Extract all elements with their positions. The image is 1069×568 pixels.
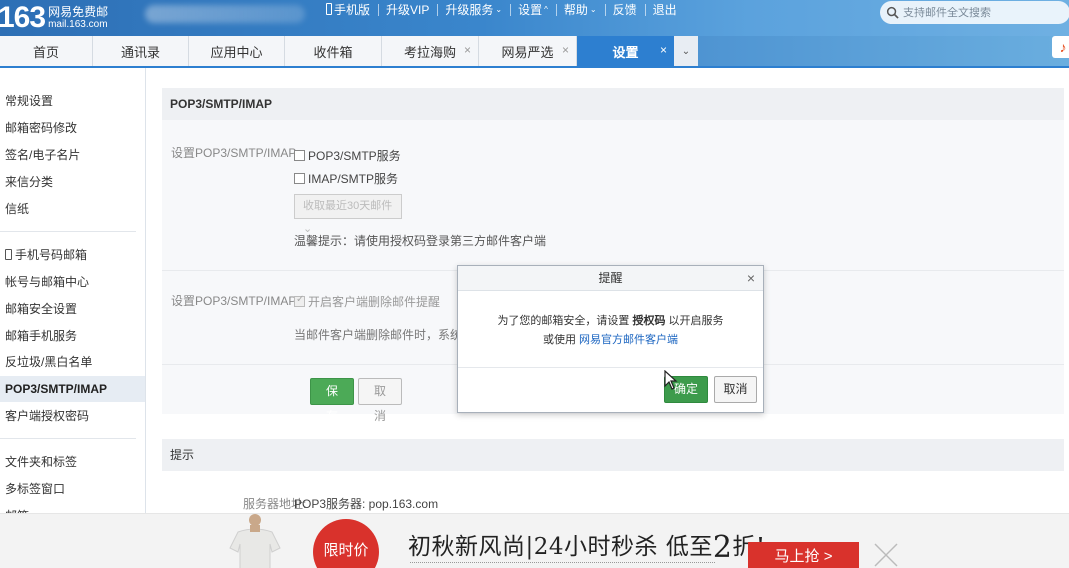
imap-smtp-option[interactable]: IMAP/SMTP服务	[294, 170, 398, 187]
sidebar-item-stationery[interactable]: 信纸	[0, 196, 145, 222]
sidebar-item-security[interactable]: 邮箱安全设置	[0, 296, 145, 322]
receive-range-select[interactable]: 收取最近30天邮件 ⌄	[294, 194, 402, 235]
chevron-down-icon: ⌄	[495, 4, 503, 14]
sidebar-divider	[0, 438, 136, 439]
sidebar-item-mail-rules[interactable]: 来信分类	[0, 169, 145, 195]
pop3-smtp-option[interactable]: POP3/SMTP服务	[294, 147, 401, 164]
ad-underline	[410, 562, 715, 563]
sidebar-item-phone-service[interactable]: 邮箱手机服务	[0, 323, 145, 349]
link-help[interactable]: 帮助 ⌄	[555, 1, 605, 18]
sidebar-item-antispam[interactable]: 反垃圾/黑白名单	[0, 349, 145, 375]
auth-code-keyword: 授权码	[632, 315, 666, 327]
settings-sidebar: 常规设置 邮箱密码修改 签名/电子名片 来信分类 信纸 手机号码邮箱 帐号与邮箱…	[0, 68, 146, 513]
delete-reminder-option[interactable]: 开启客户端删除邮件提醒	[294, 293, 440, 310]
sidebar-divider	[0, 231, 136, 232]
limited-price-badge: 限时价	[313, 519, 379, 568]
sidebar-item-client-auth-code[interactable]: 客户端授权密码	[0, 403, 145, 429]
sidebar-item-password[interactable]: 邮箱密码修改	[0, 115, 145, 141]
sidebar-item-account-center[interactable]: 帐号与邮箱中心	[0, 269, 145, 295]
link-upgrade-vip[interactable]: 升级VIP	[378, 1, 437, 18]
search-input[interactable]	[903, 6, 1063, 19]
link-feedback[interactable]: 反馈	[604, 1, 645, 18]
bottom-ad-banner[interactable]: 限时价 初秋新风尚|24小时秒杀 低至2折! 马上抢 >	[0, 513, 1069, 568]
tab-kaola[interactable]: 考拉海购 ×	[382, 36, 479, 66]
logo[interactable]: 163 网易免费邮 mail.163.com	[0, 0, 108, 36]
tab-more-button[interactable]: ⌄	[674, 36, 698, 66]
imap-checkbox[interactable]	[294, 173, 305, 184]
tab-close-icon[interactable]: ×	[660, 43, 667, 57]
tab-home[interactable]: 首页	[0, 36, 93, 66]
music-icon[interactable]: ♪	[1052, 36, 1069, 58]
close-icon[interactable]: ×	[747, 266, 755, 291]
official-client-link[interactable]: 网易官方邮件客户端	[579, 334, 678, 346]
reminder-dialog: 提醒 × 为了您的邮箱安全，请设置 授权码 以开启服务 或使用 网易官方邮件客户…	[457, 265, 764, 413]
link-mobile[interactable]: 手机版	[318, 1, 378, 18]
row-label-delete: 设置POP3/SMTP/IMAP:	[171, 294, 300, 308]
logo-line1: 网易免费邮	[48, 4, 109, 19]
save-button[interactable]: 保存	[310, 378, 354, 423]
mobile-phone-icon	[5, 249, 12, 260]
dialog-cancel-button[interactable]: 取消	[714, 376, 757, 403]
section-title-hint: 提示	[162, 439, 1064, 471]
tab-app-center[interactable]: 应用中心	[189, 36, 285, 66]
pop3-checkbox[interactable]	[294, 150, 305, 161]
search-box[interactable]	[880, 1, 1069, 24]
buy-now-button[interactable]: 马上抢 >	[748, 542, 859, 568]
chevron-up-icon: ^	[544, 4, 548, 14]
dialog-header: 提醒 ×	[458, 266, 763, 291]
tab-inbox[interactable]: 收件箱	[285, 36, 382, 66]
sidebar-item-signature[interactable]: 签名/电子名片	[0, 142, 145, 168]
link-upgrade-service[interactable]: 升级服务 ⌄	[437, 1, 510, 18]
section-title-pop3: POP3/SMTP/IMAP	[162, 88, 1064, 120]
delete-description: 当邮件客户端删除邮件时，系统会	[294, 328, 475, 342]
search-icon	[886, 6, 899, 19]
dialog-message: 为了您的邮箱安全，请设置 授权码 以开启服务 或使用 网易官方邮件客户端	[497, 315, 724, 346]
ad-slogan: 初秋新风尚|24小时秒杀 低至2折!	[408, 530, 765, 565]
phone-icon	[326, 3, 332, 15]
auth-code-tip: 温馨提示：请使用授权码登录第三方邮件客户端	[294, 234, 547, 248]
delete-reminder-checkbox[interactable]	[294, 294, 305, 307]
sidebar-item-more[interactable]: 邮箱	[0, 503, 145, 513]
tab-close-icon[interactable]: ×	[562, 43, 569, 57]
sidebar-item-multi-tab[interactable]: 多标签窗口	[0, 476, 145, 502]
sidebar-item-pop3-smtp-imap[interactable]: POP3/SMTP/IMAP	[0, 376, 145, 402]
chevron-down-icon: ⌄	[681, 45, 691, 57]
top-header: 163 网易免费邮 mail.163.com 手机版 升级VIP 升级服务 ⌄ 设…	[0, 0, 1069, 36]
link-settings[interactable]: 设置 ^	[510, 1, 556, 18]
dialog-title: 提醒	[598, 271, 623, 285]
tab-contacts[interactable]: 通讯录	[93, 36, 189, 66]
dialog-divider	[458, 367, 763, 368]
tab-close-icon[interactable]: ×	[464, 43, 471, 57]
sidebar-item-folders-labels[interactable]: 文件夹和标签	[0, 449, 145, 475]
tab-yanxuan[interactable]: 网易严选 ×	[479, 36, 577, 66]
link-logout[interactable]: 退出	[644, 1, 685, 18]
top-links: 手机版 升级VIP 升级服务 ⌄ 设置 ^ 帮助 ⌄ 反馈 退出	[318, 0, 685, 18]
logo-line2: mail.163.com	[48, 19, 108, 31]
model-tshirt-image	[229, 514, 281, 568]
tab-settings[interactable]: 设置 ×	[577, 36, 674, 66]
chevron-down-icon: ⌄	[589, 4, 597, 14]
server-value: POP3服务器: pop.163.com	[294, 497, 439, 511]
row-label-service: 设置POP3/SMTP/IMAP:	[171, 146, 300, 160]
logo-number: 163	[0, 1, 46, 34]
sidebar-item-mobile-mailbox[interactable]: 手机号码邮箱	[0, 242, 145, 268]
sidebar-item-general[interactable]: 常规设置	[0, 88, 145, 114]
tab-bar: 首页 通讯录 应用中心 收件箱 考拉海购 × 网易严选 × 设置 × ⌄	[0, 36, 1069, 66]
blurred-account-name	[145, 5, 305, 23]
mouse-cursor-icon	[664, 370, 678, 390]
cancel-button[interactable]: 取消	[358, 378, 402, 423]
close-icon[interactable]	[872, 541, 900, 568]
